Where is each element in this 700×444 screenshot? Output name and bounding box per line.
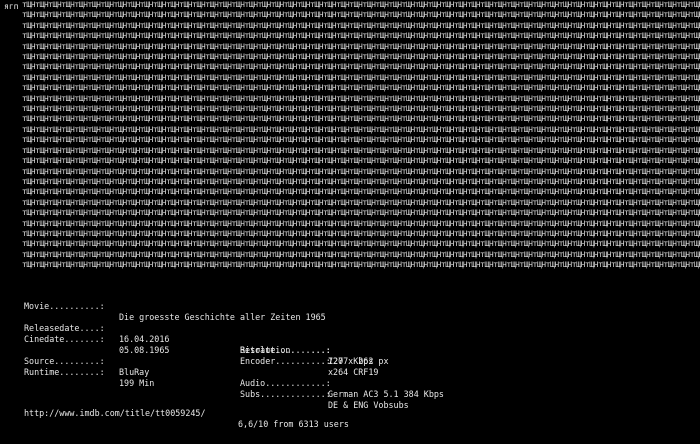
audio-label: Audio............: [240, 378, 331, 388]
ascii-art-banner: ягп тЩНтЩНтЩНтЩНтЩНтЩНтЩНтЩНтЩНтЩНтЩНтЩН… [0, 0, 700, 282]
cinedate-row: Cinedate.......: 05.08.1965 Encoder.....… [24, 323, 684, 377]
footer-row: http://www.imdb.com/title/tt0059245/ 6,6… [24, 397, 684, 429]
source-value: BluRay [119, 367, 150, 377]
runtime-value: 199 Min [119, 378, 155, 388]
imdb-rating: 6,6/10 from 6313 users [238, 419, 349, 429]
resolution-row: Resolution.......: 720 x 262 px [24, 334, 684, 366]
encoder-value: x264 CRF19 [328, 367, 379, 377]
ascii-art-text: тЩНтЩНтЩНтЩНтЩНтЩНтЩНтЩНтЩНтЩНтЩНтЩНтЩНт… [22, 1, 700, 271]
movie-row: Movie..........: Die groesste Geschichte… [24, 290, 684, 322]
source-row: Source.........: BluRay Audio...........… [24, 345, 684, 399]
runtime-label: Runtime........: [24, 367, 105, 377]
releasedate-row: Releasedate....: 16.04.2016 Bitrate.....… [24, 312, 684, 366]
corner-label: ягп [4, 2, 19, 11]
runtime-row: Runtime........: 199 Min Subs...........… [24, 356, 684, 410]
imdb-link[interactable]: http://www.imdb.com/title/tt0059245/ [24, 408, 206, 419]
movie-label: Movie..........: [24, 301, 105, 311]
release-info-panel: Movie..........: Die groesste Geschichte… [24, 290, 444, 444]
